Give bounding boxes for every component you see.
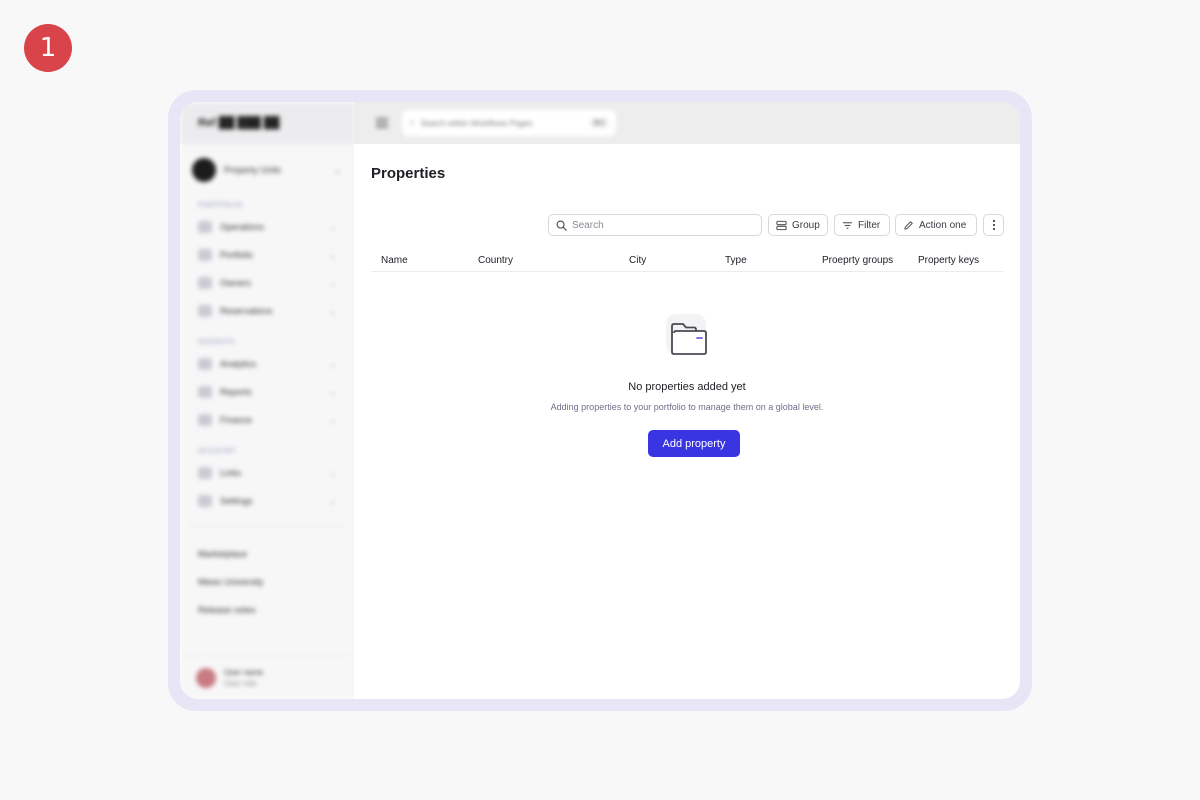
link-icon (198, 467, 212, 479)
sidebar-item-label: Owners (220, 278, 252, 288)
chevron-down-icon: ⌄ (329, 415, 336, 425)
sidebar-item-reservations[interactable]: Reservations ⌄ (180, 297, 354, 325)
column-header-type[interactable]: Type (725, 255, 747, 266)
chevron-down-icon: ⌄ (329, 496, 336, 506)
sidebar-link-release-notes[interactable]: Release notes (180, 596, 354, 624)
grid-icon (198, 221, 212, 233)
sidebar-divider (190, 525, 344, 526)
user-icon (198, 277, 212, 289)
sidebar-item-owners[interactable]: Owners ⌄ (180, 269, 354, 297)
sidebar-item-label: Finance (220, 415, 253, 425)
search-input[interactable] (572, 219, 752, 231)
menu-icon[interactable] (376, 118, 388, 128)
shortcut-hint: ⌘K (590, 118, 608, 128)
action-one-button[interactable]: Action one (895, 214, 977, 236)
column-header-country[interactable]: Country (478, 255, 513, 266)
account-name: Property Units (224, 165, 282, 175)
sidebar-item-label: Portfolio (220, 250, 254, 260)
account-switcher[interactable]: Property Units ⌄ (192, 152, 342, 188)
user-role: User role (224, 678, 257, 688)
global-search-placeholder: Search within Workflows Pages (420, 118, 533, 128)
sidebar-item-reports[interactable]: Reports ⌄ (180, 378, 354, 406)
search-icon (556, 220, 567, 231)
folder-icon (664, 312, 716, 364)
finance-icon (198, 414, 212, 426)
chevron-down-icon: ⌄ (329, 468, 336, 478)
add-property-button[interactable]: Add property (648, 430, 740, 457)
filter-button-label: Filter (858, 219, 881, 231)
sidebar-item-settings[interactable]: Settings ⌄ (180, 487, 354, 515)
sidebar-item-analytics[interactable]: Analytics ⌄ (180, 350, 354, 378)
user-name: User name (224, 667, 264, 677)
main-content: Properties Group Filter (354, 144, 1020, 699)
account-avatar (192, 158, 216, 182)
search-field[interactable] (548, 214, 762, 236)
user-profile[interactable]: User name User role (180, 655, 354, 699)
search-icon: ⌕ (410, 118, 415, 127)
sidebar-item-operations[interactable]: Operations ⌄ (180, 213, 354, 241)
column-header-property-groups[interactable]: Proeprty groups (822, 255, 893, 266)
sidebar-section-title: ACCOUNT (198, 448, 237, 455)
group-button[interactable]: Group (768, 214, 828, 236)
sidebar-link-university[interactable]: Mews University (180, 568, 354, 596)
sidebar-item-label: Settings (220, 496, 253, 506)
avatar (196, 667, 216, 688)
chevron-down-icon: ⌄ (329, 387, 336, 397)
more-vertical-icon (992, 219, 996, 231)
group-button-label: Group (792, 219, 820, 231)
sidebar-link-marketplace[interactable]: Marketplace (180, 540, 354, 568)
group-icon (776, 220, 787, 231)
pencil-icon (903, 220, 914, 231)
empty-state-description: Adding properties to your portfolio to m… (550, 402, 824, 412)
sidebar-item-finance[interactable]: Finance ⌄ (180, 406, 354, 434)
chevron-down-icon: ⌄ (333, 164, 342, 176)
page-title: Properties (371, 165, 446, 182)
empty-state-title: No properties added yet (628, 381, 746, 393)
app-window: Ref ██ ███ ██ Property Units ⌄ PORTFOLIO… (180, 102, 1020, 699)
action-one-label: Action one (919, 219, 967, 231)
sidebar-item-label: Reports (220, 387, 252, 397)
building-icon (198, 249, 212, 261)
chevron-down-icon: ⌄ (329, 278, 336, 288)
gear-icon (198, 495, 212, 507)
step-number-badge: 1 (24, 24, 72, 72)
sidebar-item-label: Reservations (220, 306, 273, 316)
chevron-down-icon: ⌄ (329, 359, 336, 369)
chevron-down-icon: ⌄ (329, 222, 336, 232)
sidebar-section-title: PORTFOLIO (198, 202, 243, 209)
filter-icon (842, 220, 853, 231)
sidebar-item-label: Links (220, 468, 242, 478)
sidebar-section-title: INSIGHTS (198, 339, 236, 346)
column-header-property-keys[interactable]: Property keys (918, 255, 979, 266)
chevron-down-icon: ⌄ (329, 250, 336, 260)
top-bar: ⌕ Search within Workflows Pages ⌘K (354, 102, 1020, 144)
sidebar-item-portfolio[interactable]: Portfolio ⌄ (180, 241, 354, 269)
sidebar-item-label: Operations (220, 222, 265, 232)
global-search-input[interactable]: ⌕ Search within Workflows Pages ⌘K (402, 110, 616, 136)
person-icon (198, 386, 212, 398)
sidebar: Ref ██ ███ ██ Property Units ⌄ PORTFOLIO… (180, 102, 355, 699)
calendar-icon (198, 305, 212, 317)
sidebar-item-label: Analytics (220, 359, 257, 369)
table-header: Name Country City Type Proeprty groups P… (371, 247, 1004, 272)
chevron-down-icon: ⌄ (329, 306, 336, 316)
more-options-button[interactable] (983, 214, 1004, 236)
sidebar-item-links[interactable]: Links ⌄ (180, 459, 354, 487)
column-header-city[interactable]: City (629, 255, 646, 266)
sidebar-brand: Ref ██ ███ ██ (180, 102, 354, 144)
table-toolbar: Group Filter Action one (354, 214, 1020, 238)
chart-icon (198, 358, 212, 370)
filter-button[interactable]: Filter (834, 214, 890, 236)
column-header-name[interactable]: Name (381, 255, 408, 266)
